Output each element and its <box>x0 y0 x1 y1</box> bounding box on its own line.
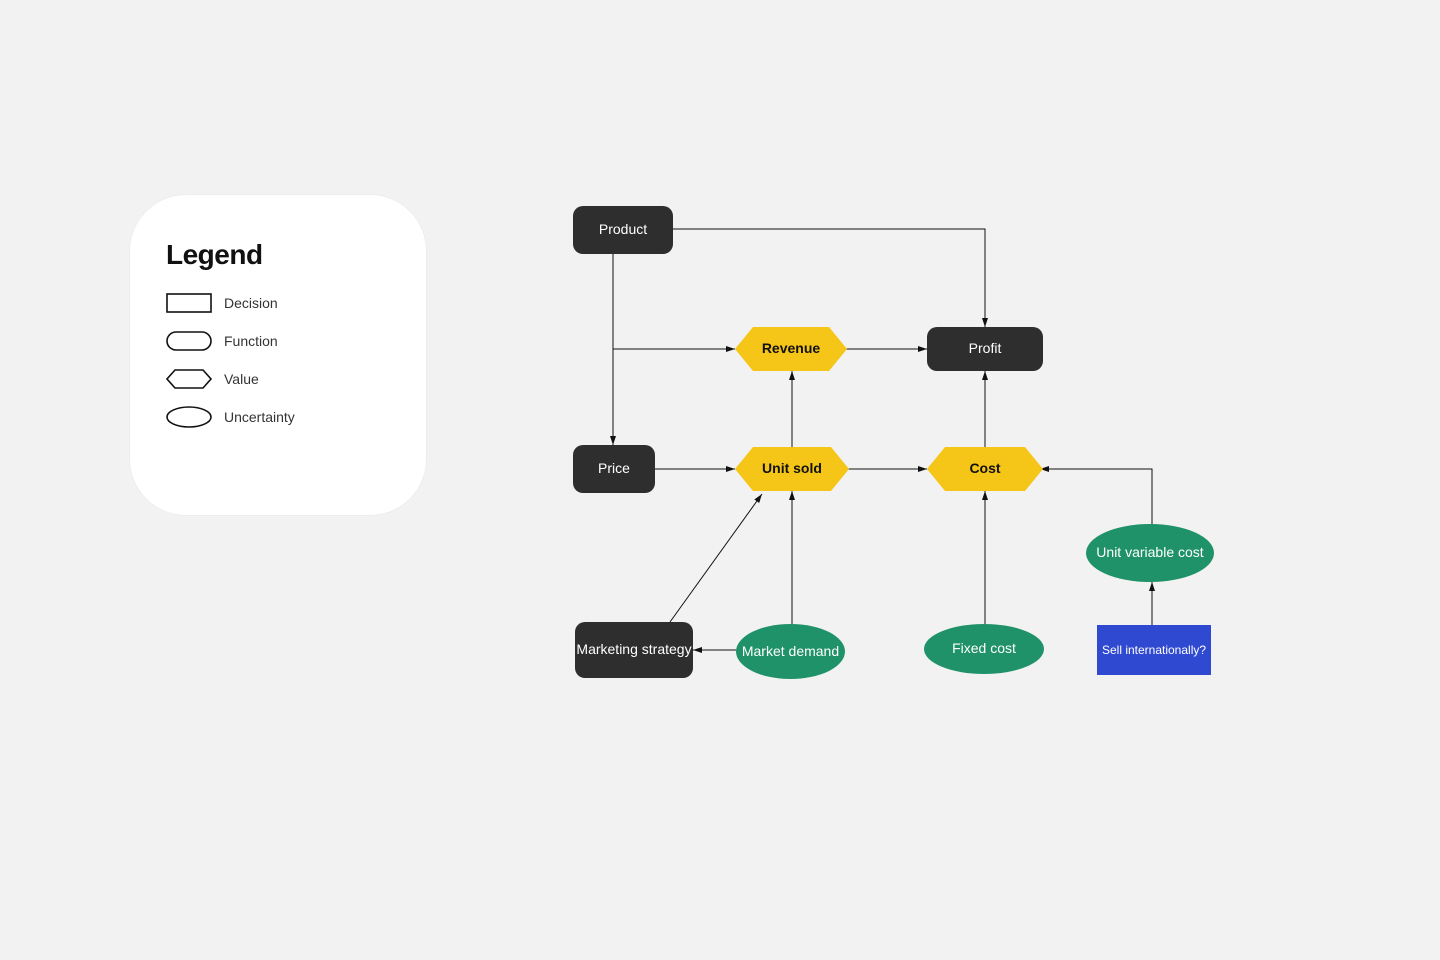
legend-item-decision: Decision <box>166 291 390 315</box>
node-sell-internationally: Sell internationally? <box>1097 625 1211 675</box>
rounded-rectangle-icon <box>166 329 212 353</box>
ellipse-icon <box>166 405 212 429</box>
node-profit: Profit <box>927 327 1043 371</box>
node-unit-sold: Unit sold <box>735 447 849 491</box>
node-revenue: Revenue <box>735 327 847 371</box>
rectangle-icon <box>166 291 212 315</box>
legend-label: Value <box>224 371 259 387</box>
diagram-canvas: Legend Decision Function Value Uncertain… <box>0 0 1440 960</box>
node-unit-variable-cost: Unit variable cost <box>1086 524 1214 582</box>
node-market-demand: Market demand <box>736 624 845 679</box>
legend-label: Function <box>224 333 278 349</box>
legend-item-value: Value <box>166 367 390 391</box>
legend-item-uncertainty: Uncertainty <box>166 405 390 429</box>
legend-panel: Legend Decision Function Value Uncertain… <box>130 195 426 515</box>
node-cost: Cost <box>927 447 1043 491</box>
hexagon-icon <box>166 367 212 391</box>
legend-label: Decision <box>224 295 278 311</box>
node-product: Product <box>573 206 673 254</box>
legend-item-function: Function <box>166 329 390 353</box>
legend-label: Uncertainty <box>224 409 295 425</box>
node-marketing-strategy: Marketing strategy <box>575 622 693 678</box>
node-fixed-cost: Fixed cost <box>924 624 1044 674</box>
legend-title: Legend <box>166 239 390 271</box>
node-price: Price <box>573 445 655 493</box>
